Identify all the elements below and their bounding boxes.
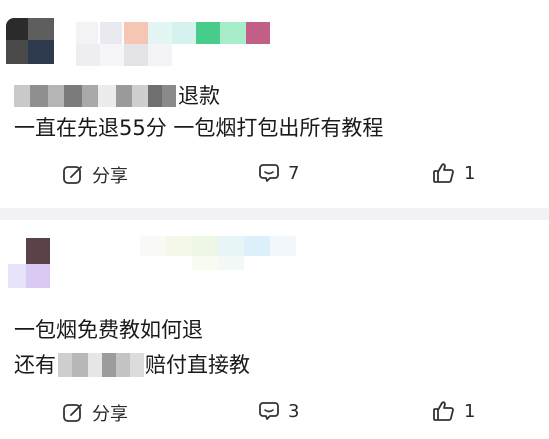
share-button[interactable]: 分享 xyxy=(62,162,128,188)
avatar[interactable] xyxy=(6,18,56,68)
pixelated-text xyxy=(14,82,176,110)
action-bar: 分享 3 1 xyxy=(0,396,549,432)
thumbs-up-icon xyxy=(433,163,454,183)
share-label: 分享 xyxy=(92,404,128,425)
pixelated-text xyxy=(58,353,144,379)
edit-share-icon xyxy=(63,166,82,184)
like-count: 1 xyxy=(464,400,476,422)
post-divider xyxy=(0,208,549,220)
edit-share-icon xyxy=(63,404,82,422)
post-card: 退款 一直在先退55分 一包烟打包出所有教程 分享 7 1 xyxy=(0,0,549,208)
action-bar: 分享 7 1 xyxy=(0,158,549,194)
comment-icon xyxy=(259,164,279,182)
body-suffix: 赔付直接教 xyxy=(145,353,250,377)
like-count: 1 xyxy=(464,162,476,184)
like-button[interactable]: 1 xyxy=(432,162,475,184)
post-body[interactable]: 还有 赔付直接教 xyxy=(14,351,534,379)
title-suffix: 退款 xyxy=(178,84,220,108)
post-body[interactable]: 一直在先退55分 一包烟打包出所有教程 xyxy=(14,114,383,142)
post-title[interactable]: 退款 xyxy=(14,82,534,112)
comment-button[interactable]: 7 xyxy=(258,162,299,184)
thumbs-up-icon xyxy=(433,401,454,421)
avatar[interactable] xyxy=(8,238,56,290)
like-button[interactable]: 1 xyxy=(432,400,475,422)
comment-count: 3 xyxy=(288,400,300,422)
username-pixelated[interactable] xyxy=(140,232,360,272)
comment-count: 7 xyxy=(288,162,300,184)
username-pixelated[interactable] xyxy=(76,22,276,70)
post-title[interactable]: 一包烟免费教如何退 xyxy=(14,316,203,344)
comment-button[interactable]: 3 xyxy=(258,400,299,422)
body-prefix: 还有 xyxy=(14,353,56,377)
comment-icon xyxy=(259,402,279,420)
feed: 退款 一直在先退55分 一包烟打包出所有教程 分享 7 1 一包烟免费教如何退 … xyxy=(0,0,549,439)
share-button[interactable]: 分享 xyxy=(62,400,128,426)
share-label: 分享 xyxy=(92,166,128,187)
